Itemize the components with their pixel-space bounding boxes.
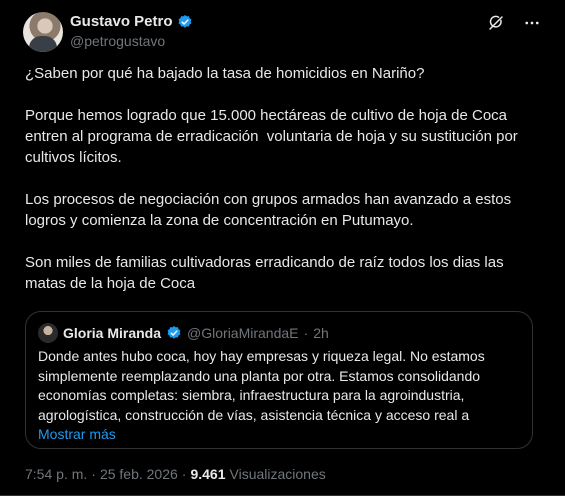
views-count: 9.461 xyxy=(190,466,226,482)
author-display-name[interactable]: Gustavo Petro xyxy=(70,13,173,30)
quoted-tweet-text: Donde antes hubo coca, hoy hay empresas … xyxy=(38,348,485,423)
tweet-paragraph: Los procesos de negociación con grupos a… xyxy=(25,191,516,229)
tweet: Gustavo Petro @petrogustavo ¿Saben por q… xyxy=(0,0,565,496)
tweet-paragraph: Son miles de familias cultivadoras errad… xyxy=(25,254,508,292)
quoted-author-name[interactable]: Gloria Miranda xyxy=(63,325,161,341)
tweet-footer: 7:54 p. m. · 25 feb. 2026 · 9.461 Visual… xyxy=(25,466,326,482)
verified-badge-icon xyxy=(177,14,193,30)
quoted-tweet-time[interactable]: 2h xyxy=(313,325,329,341)
quoted-author-handle[interactable]: @GloriaMirandaE xyxy=(187,325,298,341)
top-actions xyxy=(487,14,541,32)
author-name-row: Gustavo Petro xyxy=(70,13,193,30)
more-horizontal-icon[interactable] xyxy=(523,14,541,32)
quoted-tweet[interactable]: Gloria Miranda @GloriaMirandaE · 2h Dond… xyxy=(25,311,533,449)
tweet-paragraph: Porque hemos logrado que 15.000 hectárea… xyxy=(25,107,522,166)
views-label: Visualizaciones xyxy=(229,466,326,482)
meta-separator: · xyxy=(303,325,309,341)
author-handle[interactable]: @petrogustavo xyxy=(70,33,193,49)
verified-badge-icon xyxy=(166,325,182,341)
meta-separator: · xyxy=(181,466,187,482)
grok-icon[interactable] xyxy=(487,14,505,32)
tweet-date[interactable]: 25 feb. 2026 xyxy=(100,466,178,482)
meta-separator: · xyxy=(91,466,96,482)
tweet-text: ¿Saben por qué ha bajado la tasa de homi… xyxy=(25,63,545,315)
quoted-tweet-header: Gloria Miranda @GloriaMirandaE · 2h xyxy=(38,323,520,343)
tweet-time[interactable]: 7:54 p. m. xyxy=(25,466,87,482)
author-block: Gustavo Petro @petrogustavo xyxy=(70,13,193,49)
quoted-author-avatar[interactable] xyxy=(38,323,58,343)
author-avatar[interactable] xyxy=(23,12,63,52)
tweet-paragraph: ¿Saben por qué ha bajado la tasa de homi… xyxy=(25,65,425,82)
show-more-link[interactable]: Mostrar más xyxy=(38,425,520,444)
